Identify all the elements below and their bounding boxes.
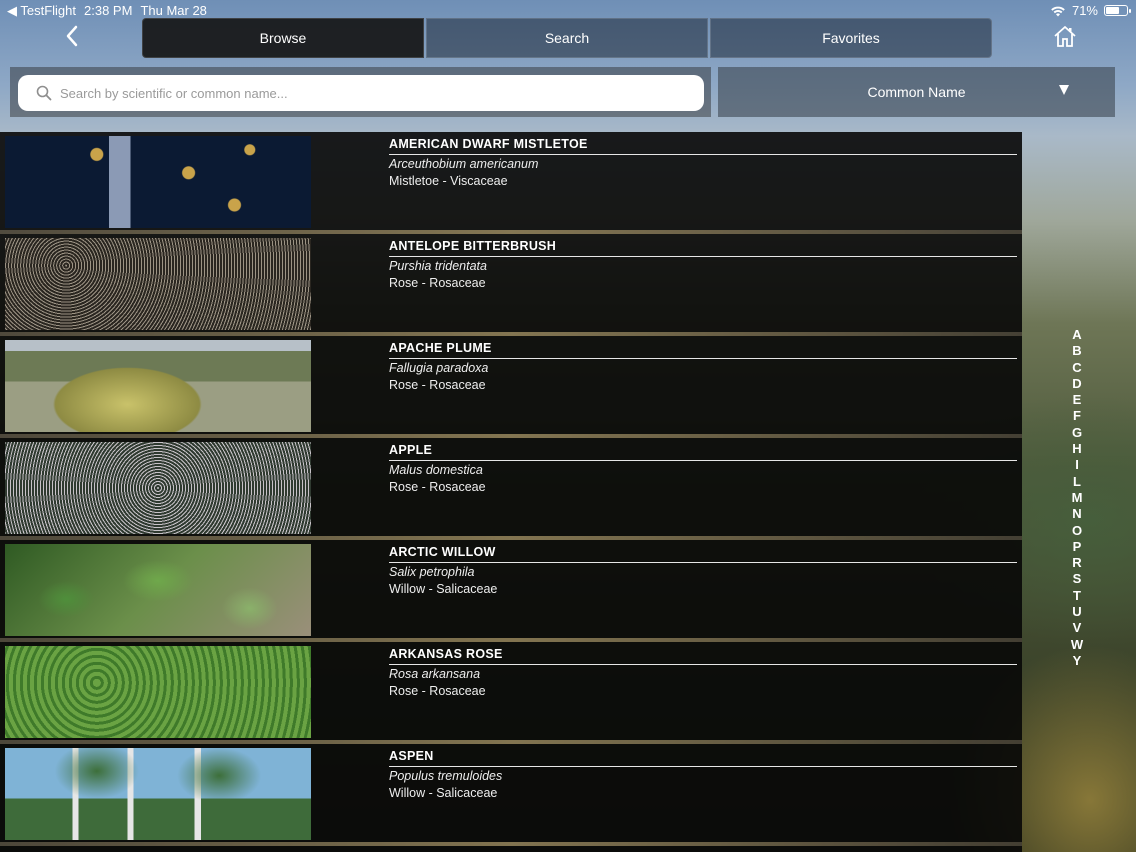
plant-family: Rose - Rosaceae [389,684,486,698]
alpha-index-letter[interactable]: P [1073,539,1082,555]
plant-family: Willow - Salicaceae [389,582,498,596]
plant-scientific-name: Arceuthobium americanum [389,157,539,171]
alpha-index-letter[interactable]: A [1072,327,1081,343]
home-button[interactable] [1052,24,1078,50]
alpha-index-letter[interactable]: B [1072,343,1081,359]
plant-common-name: ANTELOPE BITTERBRUSH [389,239,1017,257]
plant-thumbnail [5,748,311,840]
plant-common-name: ASPEN [389,749,1017,767]
alpha-index-letter[interactable]: F [1073,408,1081,424]
plant-common-name: APACHE PLUME [389,341,1017,359]
plant-thumbnail [5,646,311,738]
back-to-app-link[interactable]: ◀ TestFlight [7,3,76,19]
plant-scientific-name: Salix petrophila [389,565,475,579]
alpha-index-letter[interactable]: W [1071,637,1083,653]
plant-thumbnail [5,544,311,636]
plant-thumbnail [5,442,311,534]
plant-thumbnail [5,340,311,432]
plant-family: Willow - Salicaceae [389,786,498,800]
plant-scientific-name: Fallugia paradoxa [389,361,489,375]
plant-scientific-name: Purshia tridentata [389,259,487,273]
triangle-down-icon [1059,85,1069,95]
plant-family: Rose - Rosaceae [389,276,486,290]
sort-selected-value: Common Name [867,84,966,100]
alpha-index-letter[interactable]: T [1073,588,1081,604]
chevron-left-icon [66,25,78,47]
status-date: Thu Mar 28 [140,3,207,18]
battery-percent: 71% [1071,3,1098,18]
alpha-index-letter[interactable]: U [1072,604,1081,620]
home-icon [1054,26,1076,47]
plant-scientific-name: Populus tremuloides [389,769,503,783]
status-time: 2:38 PM [84,3,133,18]
list-item[interactable]: ANTELOPE BITTERBRUSH Purshia tridentata … [0,234,1022,336]
row-divider [0,842,1022,846]
status-bar: ◀ TestFlight 2:38 PM Thu Mar 28 71% [0,0,1136,20]
alpha-index-letter[interactable]: G [1072,425,1082,441]
alpha-index-letter[interactable]: M [1072,490,1083,506]
sort-dropdown[interactable]: Common Name [718,67,1115,117]
alpha-index-letter[interactable]: I [1075,457,1079,473]
plant-scientific-name: Rosa arkansana [389,667,481,681]
alpha-index-letter[interactable]: N [1072,506,1081,522]
alphabet-index: ABCDEFGHILMNOPRSTUVWY [1066,327,1088,669]
search-bar-container [10,67,711,117]
plant-thumbnail [5,238,311,330]
alpha-index-letter[interactable]: Y [1073,653,1082,669]
plant-list[interactable]: AMERICAN DWARF MISTLETOE Arceuthobium am… [0,132,1022,852]
plant-common-name: ARCTIC WILLOW [389,545,1017,563]
search-input[interactable] [60,85,704,101]
alpha-index-letter[interactable]: R [1072,555,1081,571]
tab-search[interactable]: Search [426,18,708,58]
list-item[interactable]: APACHE PLUME Fallugia paradoxa Rose - Ro… [0,336,1022,438]
alpha-index-letter[interactable]: S [1073,571,1082,587]
back-button[interactable] [58,24,86,52]
list-item[interactable]: ARKANSAS ROSE Rosa arkansana Rose - Rosa… [0,642,1022,744]
battery-icon [1104,5,1131,16]
list-item[interactable]: ARCTIC WILLOW Salix petrophila Willow - … [0,540,1022,642]
tab-favorites[interactable]: Favorites [710,18,992,58]
wifi-icon [1051,6,1065,16]
plant-scientific-name: Malus domestica [389,463,483,477]
plant-family: Mistletoe - Viscaceae [389,174,508,188]
plant-common-name: APPLE [389,443,1017,461]
alpha-index-letter[interactable]: C [1072,360,1081,376]
list-item[interactable]: APPLE Malus domestica Rose - Rosaceae [0,438,1022,540]
alpha-index-letter[interactable]: V [1073,620,1082,636]
alpha-index-letter[interactable]: H [1072,441,1081,457]
alpha-index-letter[interactable]: L [1073,474,1081,490]
plant-thumbnail [5,136,311,228]
search-box [18,75,704,111]
alpha-index-letter[interactable]: O [1072,523,1082,539]
plant-common-name: ARKANSAS ROSE [389,647,1017,665]
plant-common-name: AMERICAN DWARF MISTLETOE [389,137,1017,155]
segmented-tabs: Browse Search Favorites [142,18,992,58]
alpha-index-letter[interactable]: D [1072,376,1081,392]
list-item[interactable]: AMERICAN DWARF MISTLETOE Arceuthobium am… [0,132,1022,234]
plant-family: Rose - Rosaceae [389,378,486,392]
list-item[interactable]: ASPEN Populus tremuloides Willow - Salic… [0,744,1022,846]
alpha-index-letter[interactable]: E [1073,392,1082,408]
tab-browse[interactable]: Browse [142,18,424,58]
plant-family: Rose - Rosaceae [389,480,486,494]
search-icon [36,85,52,101]
